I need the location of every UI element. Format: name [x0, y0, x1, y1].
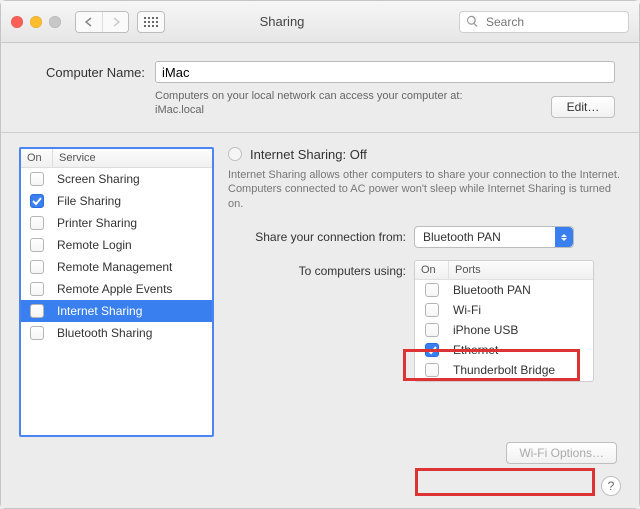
checkbox[interactable]	[30, 304, 44, 318]
status-indicator-icon	[228, 147, 242, 161]
internet-sharing-title: Internet Sharing: Off	[250, 147, 367, 162]
service-row[interactable]: Remote Login	[21, 234, 212, 256]
checkbox[interactable]	[30, 326, 44, 340]
checkbox[interactable]	[425, 323, 439, 337]
checkbox[interactable]	[30, 216, 44, 230]
port-row[interactable]: Ethernet	[415, 340, 593, 360]
services-col-service: Service	[53, 149, 212, 167]
service-row[interactable]: Bluetooth Sharing	[21, 322, 212, 344]
service-row[interactable]: Internet Sharing	[21, 300, 212, 322]
computer-name-field[interactable]	[155, 61, 615, 83]
zoom-window-button[interactable]	[49, 16, 61, 28]
service-row[interactable]: Screen Sharing	[21, 168, 212, 190]
port-label: Wi-Fi	[449, 303, 593, 317]
window-title: Sharing	[173, 14, 451, 29]
services-col-on: On	[21, 149, 53, 167]
checkbox[interactable]	[30, 260, 44, 274]
service-label: File Sharing	[53, 194, 212, 208]
service-label: Remote Login	[53, 238, 212, 252]
port-label: iPhone USB	[449, 323, 593, 337]
titlebar: Sharing	[1, 1, 639, 43]
search-field-wrapper	[459, 11, 629, 33]
port-row[interactable]: iPhone USB	[415, 320, 593, 340]
sharing-preferences-window: Sharing Computer Name: Computers on your…	[0, 0, 640, 509]
nav-back-forward	[75, 11, 129, 33]
search-icon	[466, 15, 479, 28]
port-label: Thunderbolt Bridge	[449, 363, 593, 377]
share-from-value: Bluetooth PAN	[423, 230, 501, 244]
checkbox[interactable]	[425, 363, 439, 377]
checkbox[interactable]	[425, 283, 439, 297]
back-button[interactable]	[76, 12, 102, 32]
checkbox[interactable]	[30, 238, 44, 252]
ports-col-on: On	[415, 261, 449, 279]
window-controls	[11, 16, 61, 28]
checkbox[interactable]	[30, 194, 44, 208]
checkbox[interactable]	[30, 172, 44, 186]
checkbox[interactable]	[30, 282, 44, 296]
port-row[interactable]: Bluetooth PAN	[415, 280, 593, 300]
ports-list[interactable]: On Ports Bluetooth PAN Wi-Fi iPhone USB …	[414, 260, 594, 382]
computer-name-label: Computer Name:	[25, 65, 145, 80]
port-row[interactable]: Wi-Fi	[415, 300, 593, 320]
port-label: Bluetooth PAN	[449, 283, 593, 297]
help-button[interactable]: ?	[601, 476, 621, 496]
services-list[interactable]: On Service Screen Sharing File Sharing P…	[19, 147, 214, 437]
wifi-options-button[interactable]: Wi-Fi Options…	[506, 442, 617, 464]
service-row[interactable]: Remote Apple Events	[21, 278, 212, 300]
service-label: Internet Sharing	[53, 304, 212, 318]
minimize-window-button[interactable]	[30, 16, 42, 28]
service-row[interactable]: File Sharing	[21, 190, 212, 212]
share-from-popup[interactable]: Bluetooth PAN	[414, 226, 574, 248]
ports-col-ports: Ports	[449, 261, 593, 279]
service-label: Remote Management	[53, 260, 212, 274]
computer-name-note: Computers on your local network can acce…	[155, 89, 551, 118]
main-area: On Service Screen Sharing File Sharing P…	[1, 133, 639, 508]
edit-hostname-button[interactable]: Edit…	[551, 96, 615, 118]
search-input[interactable]	[459, 11, 629, 33]
forward-button[interactable]	[102, 12, 128, 32]
service-label: Screen Sharing	[53, 172, 212, 186]
checkbox[interactable]	[425, 303, 439, 317]
popup-arrows-icon	[555, 227, 573, 247]
service-row[interactable]: Remote Management	[21, 256, 212, 278]
internet-sharing-panel: Internet Sharing: Off Internet Sharing a…	[228, 147, 621, 490]
show-all-button[interactable]	[137, 11, 165, 33]
share-from-label: Share your connection from:	[228, 230, 406, 244]
computer-name-section: Computer Name: Computers on your local n…	[1, 43, 639, 133]
port-row[interactable]: Thunderbolt Bridge	[415, 360, 593, 380]
internet-sharing-description: Internet Sharing allows other computers …	[228, 168, 621, 213]
service-label: Bluetooth Sharing	[53, 326, 212, 340]
port-label: Ethernet	[449, 343, 593, 357]
service-label: Remote Apple Events	[53, 282, 212, 296]
service-row[interactable]: Printer Sharing	[21, 212, 212, 234]
close-window-button[interactable]	[11, 16, 23, 28]
checkbox[interactable]	[425, 343, 439, 357]
to-computers-label: To computers using:	[228, 260, 406, 382]
service-label: Printer Sharing	[53, 216, 212, 230]
